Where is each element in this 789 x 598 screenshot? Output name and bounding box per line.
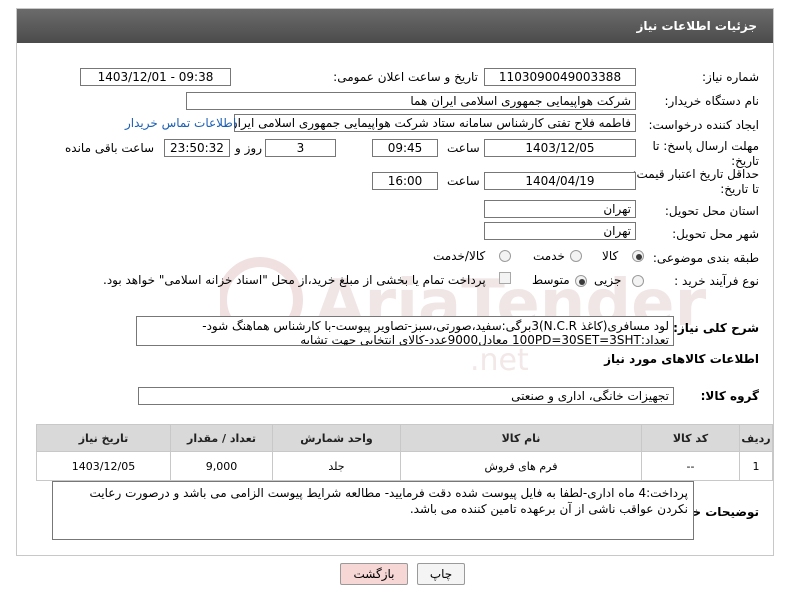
need-number-field: 1103090049003388	[484, 68, 636, 86]
goods-group-label: گروه کالا:	[700, 389, 759, 403]
province-field: تهران	[484, 200, 636, 218]
buyer-label: نام دستگاه خریدار:	[664, 94, 760, 108]
payment-note: پرداخت تمام یا بخشی از مبلغ خرید،از محل …	[103, 273, 486, 287]
buyer-field: شرکت هواپیمایی جمهوری اسلامی ایران هما	[186, 92, 636, 110]
buyer-contact-link[interactable]: اطلاعات تماس خریدار	[125, 116, 236, 130]
announce-field: 1403/12/01 - 09:38	[80, 68, 231, 86]
cell-code: --	[641, 451, 740, 481]
process-label: نوع فرآیند خرید :	[674, 274, 759, 288]
announce-label: تاریخ و ساعت اعلان عمومی:	[333, 70, 478, 84]
category-option-goods-service: کالا/خدمت	[433, 249, 486, 263]
process-option-minor: جزیی	[594, 273, 622, 287]
province-label: استان محل تحویل:	[664, 204, 759, 218]
category-label: طبقه بندی موضوعی:	[652, 251, 759, 265]
table-header-row: ردیف کد کالا نام کالا واحد شمارش تعداد /…	[36, 424, 773, 452]
creator-label: ایجاد کننده درخواست:	[648, 118, 759, 132]
remaining-time-field: 23:50:32	[164, 139, 230, 157]
cell-date: 1403/12/05	[36, 451, 171, 481]
deadline-time-field[interactable]: 09:45	[372, 139, 438, 157]
page-title: جزئیات اطلاعات نیاز	[636, 19, 757, 33]
validity-time-label: ساعت	[447, 174, 480, 188]
process-radio-medium[interactable]	[575, 275, 587, 287]
col-header-date: تاریخ نیاز	[36, 424, 171, 452]
cell-quantity: 9,000	[170, 451, 273, 481]
need-number-label: شماره نیاز:	[702, 70, 759, 84]
validity-date-field[interactable]: 1404/04/19	[484, 172, 636, 190]
col-header-code: کد کالا	[641, 424, 740, 452]
city-field: تهران	[484, 222, 636, 240]
validity-time-field[interactable]: 16:00	[372, 172, 438, 190]
goods-section-title: اطلاعات کالاهای مورد نیاز	[604, 352, 759, 366]
description-textarea[interactable]: لود مسافری(کاغذ N.C.R)3برگی:سفید،صورتی،س…	[136, 316, 674, 346]
remaining-label: ساعت باقی مانده	[65, 141, 155, 155]
items-table: ردیف کد کالا نام کالا واحد شمارش تعداد /…	[36, 424, 773, 481]
category-option-goods: کالا	[602, 249, 619, 263]
col-header-unit: واحد شمارش	[272, 424, 401, 452]
deadline-time-label: ساعت	[447, 141, 480, 155]
process-option-medium: متوسط	[532, 273, 570, 287]
description-label: شرح کلی نیاز:	[673, 321, 759, 335]
days-field: 3	[265, 139, 336, 157]
creator-field: فاطمه فلاح تفتی کارشناس سامانه ستاد شرکت…	[234, 114, 636, 132]
deadline-date-field[interactable]: 1403/12/05	[484, 139, 636, 157]
city-label: شهر محل تحویل:	[672, 227, 759, 241]
col-header-row-number: ردیف	[739, 424, 773, 452]
goods-group-field: تجهیزات خانگی، اداری و صنعتی	[138, 387, 674, 405]
cell-unit: جلد	[272, 451, 401, 481]
category-radio-goods-service[interactable]	[499, 250, 511, 262]
cell-name: فرم های فروش	[400, 451, 642, 481]
cell-row-number: 1	[739, 451, 773, 481]
print-button[interactable]: چاپ	[417, 563, 465, 585]
buyer-notes-textarea[interactable]: پرداخت:4 ماه اداری-لطفا به فایل پیوست شد…	[52, 481, 694, 540]
process-radio-minor[interactable]	[632, 275, 644, 287]
col-header-quantity: تعداد / مقدار	[170, 424, 273, 452]
days-label: روز و	[235, 141, 262, 155]
category-option-service: خدمت	[533, 249, 565, 263]
category-radio-goods[interactable]	[632, 250, 644, 262]
category-radio-service[interactable]	[570, 250, 582, 262]
page-header: جزئیات اطلاعات نیاز	[17, 9, 773, 43]
validity-label: حداقل تاریخ اعتبار قیمت: تا تاریخ:	[632, 167, 759, 196]
table-row[interactable]: 1 -- فرم های فروش جلد 9,000 1403/12/05	[36, 451, 773, 481]
col-header-name: نام کالا	[400, 424, 642, 452]
deadline-label: مهلت ارسال پاسخ: تا تاریخ:	[652, 139, 759, 168]
treasury-checkbox[interactable]	[499, 272, 511, 284]
back-button[interactable]: بازگشت	[340, 563, 408, 585]
